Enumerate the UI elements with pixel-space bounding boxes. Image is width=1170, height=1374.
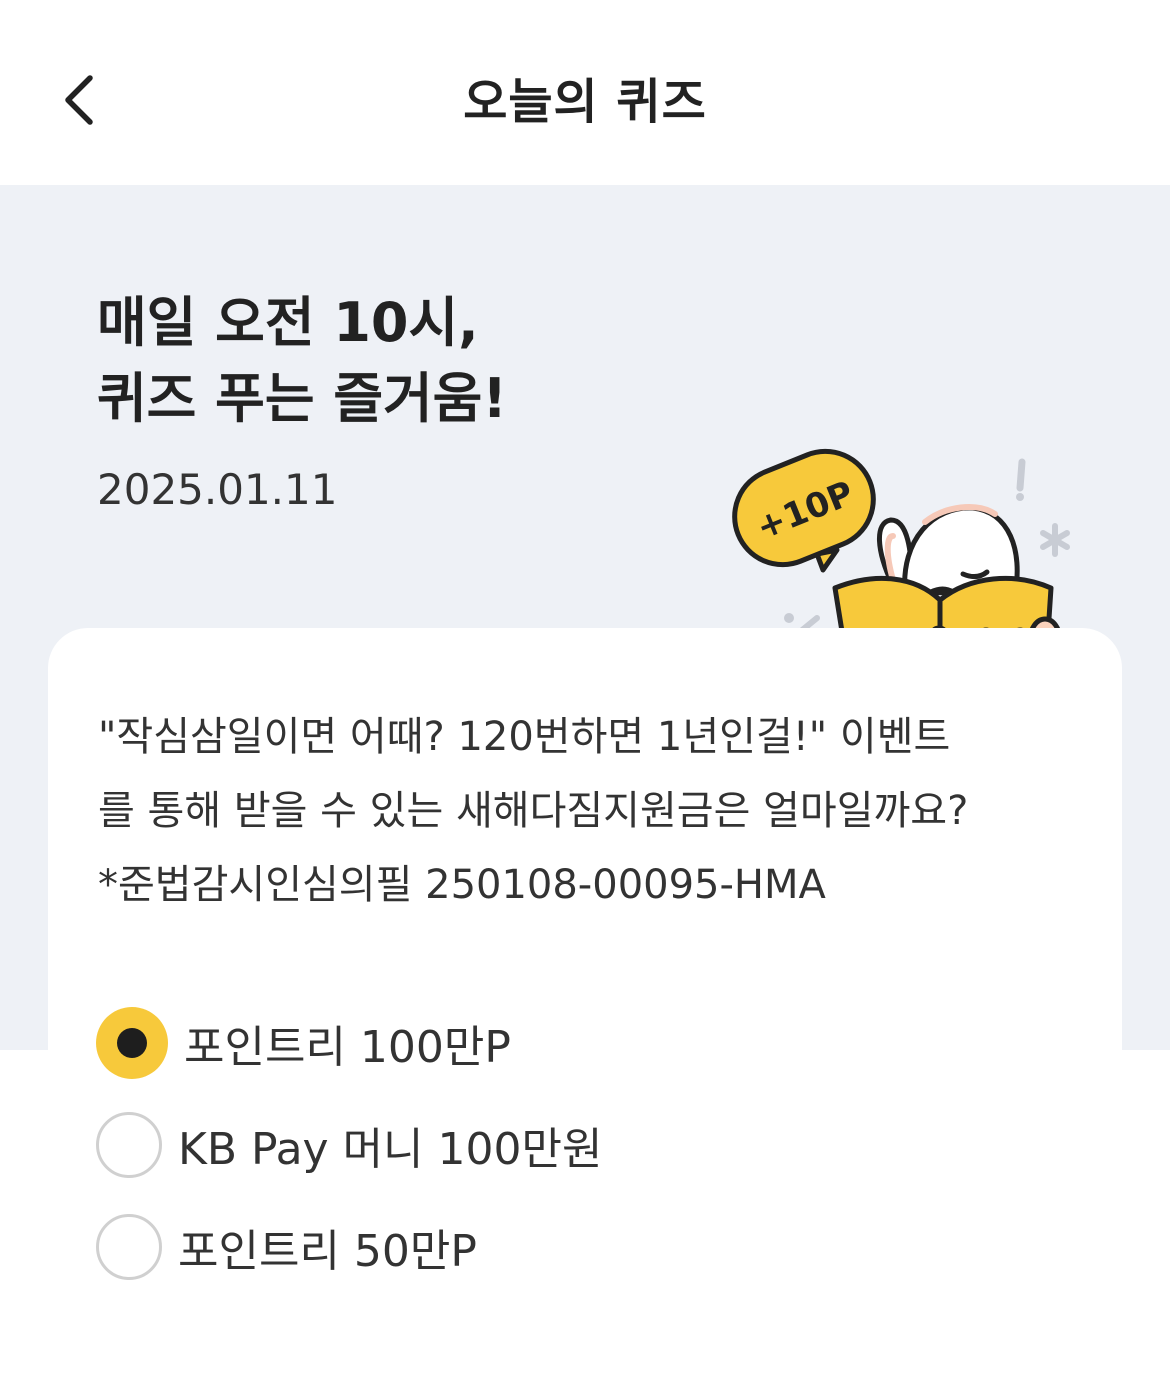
quiz-question-notice: *준법감시인심의필 250108-00095-HMA [98, 862, 826, 908]
radio-selected-icon[interactable] [96, 1007, 168, 1079]
quiz-date: 2025.01.11 [97, 465, 338, 514]
answer-option-label: 포인트리 100만P [184, 1022, 511, 1073]
answer-option-label: 포인트리 50만P [178, 1226, 477, 1277]
quiz-question-line1: "작심삼일이면 어때? 120번하면 1년인걸!" 이벤트 [98, 714, 951, 760]
asterisk-icon [1040, 523, 1070, 557]
radio-dot [117, 1028, 147, 1058]
answer-option-label: KB Pay 머니 100만원 [178, 1124, 603, 1175]
radio-unselected-icon[interactable] [96, 1112, 162, 1178]
quiz-question: "작심삼일이면 어때? 120번하면 1년인걸!" 이벤트 를 통해 받을 수 … [98, 700, 1108, 922]
answer-option-2[interactable]: KB Pay 머니 100만원 [96, 1108, 996, 1182]
answer-option-1[interactable]: 포인트리 100만P [96, 1006, 996, 1080]
exclamation-mark-icon [1016, 458, 1026, 501]
top-app-bar: 오늘의 퀴즈 [0, 0, 1170, 185]
page-title: 오늘의 퀴즈 [463, 74, 707, 130]
points-badge: +10P [732, 448, 876, 573]
quiz-question-line2: 를 통해 받을 수 있는 새해다짐지원금은 얼마일까요? [98, 788, 969, 834]
answer-option-3[interactable]: 포인트리 50만P [96, 1210, 996, 1284]
hero-headline-line2: 퀴즈 푸는 즐거움! [97, 367, 507, 430]
hero-headline: 매일 오전 10시, 퀴즈 푸는 즐거움! [97, 285, 697, 437]
hero-headline-line1: 매일 오전 10시, [97, 291, 479, 354]
radio-unselected-icon[interactable] [96, 1214, 162, 1280]
